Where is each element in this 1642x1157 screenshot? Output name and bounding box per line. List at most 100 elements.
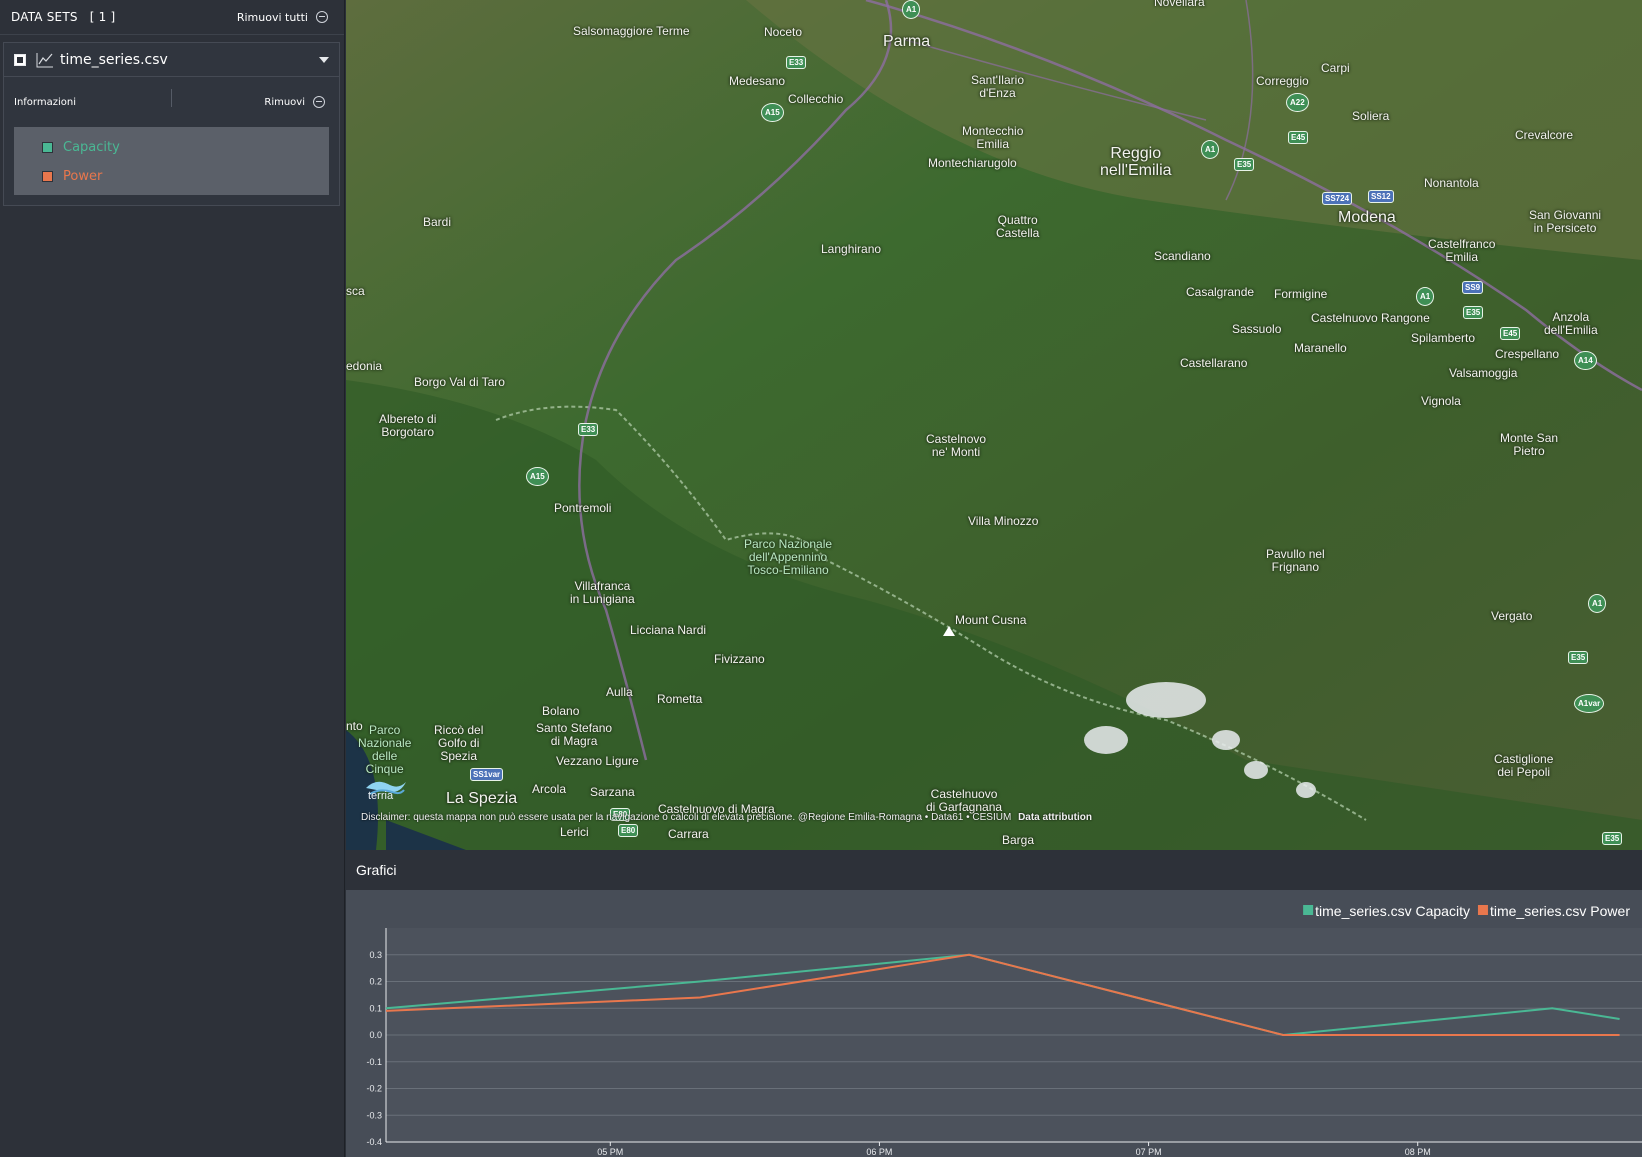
y-tick-label: -0.4 <box>366 1137 382 1147</box>
place-label: Barga <box>1002 833 1035 847</box>
place-label: Castelnuovo di Garfagnana <box>926 787 1003 814</box>
map-view[interactable]: Novellara Salsomaggiore Terme Noceto Par… <box>346 0 1642 850</box>
place-label: Montechiarugolo <box>928 156 1017 170</box>
place-label: Vezzano Ligure <box>556 754 639 768</box>
line-chart-icon <box>36 52 53 67</box>
place-label: Aulla <box>606 685 633 699</box>
place-label: Bolano <box>542 704 580 718</box>
place-label: edonia <box>346 359 383 373</box>
place-label: Reggio nell'Emilia <box>1100 145 1172 179</box>
x-tick-label: 07 PM <box>1136 1147 1162 1157</box>
legend-item-capacity[interactable]: Capacity <box>14 133 329 162</box>
place-label: Carrara <box>668 827 709 841</box>
place-label: Maranello <box>1294 341 1347 355</box>
dataset-item: time_series.csv Informazioni Rimuovi Cap… <box>3 42 340 206</box>
place-label: Parco Nazionale dell'Appennino Tosco-Emi… <box>744 537 833 577</box>
y-tick-label: 0.2 <box>369 977 382 987</box>
place-label: Villafranca in Lunigiana <box>570 579 635 606</box>
road-shield: E45 <box>1288 131 1309 144</box>
place-label: Montecchio Emilia <box>962 124 1024 151</box>
place-label: sca <box>346 284 365 298</box>
place-label: Nonantola <box>1424 176 1479 190</box>
place-label: Modena <box>1338 209 1396 226</box>
charts-panel: Grafici 0.3 0.2 0.1 0.0 -0.1 -0.2 -0.3 -0.4 05 P… <box>346 850 1642 1157</box>
road-shield: E35 <box>1463 306 1484 319</box>
place-label: Scandiano <box>1154 249 1211 263</box>
place-label: Crevalcore <box>1515 128 1574 142</box>
place-label: Monte San Pietro <box>1500 431 1559 458</box>
legend-label: Power <box>63 169 103 184</box>
x-tick-label: 05 PM <box>597 1147 623 1157</box>
power-swatch <box>42 171 53 182</box>
info-label: Informazioni <box>14 96 76 108</box>
data-sets-header: DATA SETS [ 1 ] Rimuovi tutti <box>0 0 344 35</box>
y-tick-label: 0.3 <box>369 950 382 960</box>
x-tick-label: 08 PM <box>1405 1147 1431 1157</box>
charts-title: Grafici <box>356 862 397 878</box>
remove-all-button[interactable]: Rimuovi tutti <box>237 11 328 24</box>
place-label: Albereto di Borgotaro <box>379 412 437 439</box>
place-label: Valsamoggia <box>1449 366 1518 380</box>
place-label: Spilamberto <box>1411 331 1476 345</box>
road-shield: E80 <box>618 824 639 837</box>
y-tick-label: 0.0 <box>369 1030 382 1040</box>
remove-all-label: Rimuovi tutti <box>236 10 308 24</box>
dataset-legend: Capacity Power <box>14 127 329 195</box>
place-label: Castelfranco Emilia <box>1428 237 1496 264</box>
info-button[interactable]: Informazioni <box>14 97 76 108</box>
place-label: Licciana Nardi <box>630 623 707 637</box>
place-label: Collecchio <box>788 92 844 106</box>
road-shield: E45 <box>1500 327 1521 340</box>
dataset-row[interactable]: time_series.csv <box>4 43 339 77</box>
place-label: Salsomaggiore Terme <box>573 24 690 38</box>
capacity-swatch <box>42 142 53 153</box>
place-label: Parma <box>883 33 931 50</box>
place-label: Riccò del Golfo di Spezia <box>434 723 484 763</box>
remove-dataset-button[interactable]: Rimuovi <box>264 96 325 108</box>
data-attribution-link[interactable]: Data attribution <box>1018 812 1092 823</box>
road-shield: A1var <box>1574 694 1605 713</box>
road-shield: E33 <box>786 56 807 69</box>
y-tick-label: -0.3 <box>366 1110 382 1120</box>
actions-divider <box>171 89 172 107</box>
place-label: Borgo Val di Taro <box>414 375 505 389</box>
place-label: nto <box>346 719 363 733</box>
place-label: Sarzana <box>590 785 635 799</box>
dataset-visibility-checkbox[interactable] <box>14 53 26 66</box>
disclaimer-text: Disclaimer: questa mappa non può essere … <box>361 812 1012 823</box>
road-shield: E35 <box>1234 158 1255 171</box>
place-label: Villa Minozzo <box>968 514 1039 528</box>
legend-item-power[interactable]: Power <box>14 162 329 191</box>
time-series-chart[interactable]: 0.3 0.2 0.1 0.0 -0.1 -0.2 -0.3 -0.4 05 PM 06 PM 07… <box>346 890 1642 1157</box>
y-tick-label: 0.1 <box>369 1003 382 1013</box>
dataset-name: time_series.csv <box>60 51 168 68</box>
data-sets-count: [ 1 ] <box>89 10 116 24</box>
place-label: Castiglione dei Pepoli <box>1494 752 1554 779</box>
place-label: Pontremoli <box>554 501 612 515</box>
place-label: Castelnuovo Rangone <box>1311 311 1430 325</box>
place-label: Quattro Castella <box>996 213 1040 240</box>
data-sets-panel: DATA SETS [ 1 ] Rimuovi tutti time_serie… <box>0 0 345 1157</box>
y-tick-label: -0.1 <box>366 1057 382 1067</box>
road-shield: E35 <box>1568 651 1589 664</box>
place-label: Sant'Ilario d'Enza <box>971 73 1024 100</box>
data-sets-title: DATA SETS [ 1 ] <box>11 10 115 24</box>
legend-swatch <box>1303 905 1314 915</box>
place-label: Crespellano <box>1495 347 1560 361</box>
legend-label: time_series.csv Power <box>1490 903 1630 919</box>
place-label: Castellarano <box>1180 356 1248 370</box>
place-label: Sassuolo <box>1232 322 1282 336</box>
place-label: Correggio <box>1256 74 1309 88</box>
place-label: Santo Stefano di Magra <box>536 721 613 748</box>
place-label: Carpi <box>1321 61 1350 75</box>
map-disclaimer: Disclaimer: questa mappa non può essere … <box>361 812 1092 823</box>
y-tick-label: -0.2 <box>366 1084 382 1094</box>
place-label: Novellara <box>1154 0 1205 9</box>
place-label: Vergato <box>1491 609 1533 623</box>
chevron-down-icon[interactable] <box>319 56 329 63</box>
place-label: Parco Nazionale delle Cinque <box>358 723 412 776</box>
place-label: Casalgrande <box>1186 285 1255 299</box>
remove-circle-icon <box>316 11 328 23</box>
legend-label: time_series.csv Capacity <box>1315 903 1470 919</box>
place-label: San Giovanni in Persiceto <box>1529 208 1602 235</box>
